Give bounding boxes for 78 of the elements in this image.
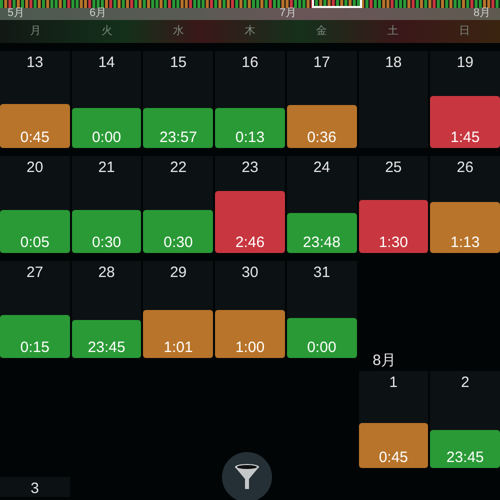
day-tile[interactable]: 22 0:30	[143, 156, 214, 253]
day-number: 13	[26, 55, 44, 71]
duration-label: 23:45	[88, 340, 126, 356]
filter-button[interactable]	[222, 452, 272, 500]
duration-label: 0:05	[20, 235, 50, 251]
weekday-label: 水	[172, 24, 186, 40]
day-number: 22	[170, 160, 187, 176]
day-number: 17	[313, 55, 330, 71]
weekday-label: 日	[458, 24, 471, 40]
duration-label: 0:30	[164, 235, 193, 251]
duration-label: 0:13	[235, 130, 265, 146]
day-tile[interactable]: 27 0:15	[0, 261, 70, 358]
duration-label: 0:00	[307, 340, 336, 356]
day-number: 16	[242, 55, 258, 71]
day-number: 30	[242, 265, 258, 281]
day-tile[interactable]: 18	[358, 51, 428, 148]
day-number: 2	[460, 375, 470, 391]
duration-label: 1:30	[378, 235, 408, 251]
day-tile[interactable]: 24 23:48	[286, 156, 357, 253]
day-tile[interactable]: 30 1:00	[215, 261, 285, 358]
duration-label: 23:45	[446, 450, 484, 466]
day-tile[interactable]: 1 0:45	[358, 371, 428, 468]
weekday-label: 木	[243, 24, 256, 40]
day-tile[interactable]: 26 1:13	[430, 156, 500, 253]
day-tile[interactable]: 2 23:45	[430, 371, 500, 468]
day-tile[interactable]: 23 2:46	[215, 156, 285, 253]
day-tile[interactable]: 29 1:01	[143, 261, 214, 358]
day-number: 24	[313, 160, 330, 176]
duration-label: 0:45	[20, 130, 50, 146]
day-tile[interactable]: 25 1:30	[358, 156, 428, 253]
day-tile[interactable]: 14 0:00	[72, 51, 142, 148]
month-label: 8月	[473, 6, 491, 20]
weekday-label: 金	[314, 24, 328, 40]
duration-label: 0:36	[307, 130, 336, 146]
day-tile[interactable]: 15 23:57	[143, 51, 214, 148]
duration-label: 0:30	[92, 235, 122, 251]
day-number: 27	[26, 265, 44, 281]
day-tile[interactable]: 19 1:45	[430, 51, 500, 148]
day-number: 1	[389, 375, 398, 391]
duration-label: 0:45	[378, 450, 408, 466]
day-tile[interactable]: 21 0:30	[72, 156, 142, 253]
filter-icon	[232, 462, 262, 492]
weekday-label: 月	[29, 24, 42, 40]
duration-label: 2:46	[235, 235, 265, 251]
day-number: 25	[385, 160, 402, 176]
duration-label: 23:48	[302, 235, 340, 251]
duration-label: 23:57	[160, 130, 198, 146]
day-number: 14	[98, 55, 115, 71]
day-number: 21	[98, 160, 115, 176]
duration-label: 1:45	[450, 130, 480, 146]
duration-label: 1:01	[164, 340, 193, 356]
day-tile[interactable]: 17 0:36	[286, 51, 357, 148]
weekday-label: 火	[100, 24, 114, 40]
day-number: 29	[170, 265, 187, 281]
day-tile[interactable]: 28 23:45	[72, 261, 142, 358]
month-label: 5月	[7, 6, 25, 20]
day-number: 19	[456, 55, 474, 71]
duration-label: 1:13	[450, 235, 480, 251]
day-tile[interactable]: 31 0:00	[286, 261, 357, 358]
day-tile[interactable]: 20 0:05	[0, 156, 70, 253]
day-number: 31	[313, 265, 330, 281]
day-tile[interactable]: 3	[0, 477, 70, 497]
day-tile[interactable]: 13 0:45	[0, 51, 70, 148]
day-number: 15	[170, 55, 187, 71]
duration-label: 0:15	[20, 340, 50, 356]
weekday-label: 土	[386, 24, 400, 40]
day-number: 26	[456, 160, 474, 176]
month-label: 7月	[279, 6, 297, 20]
day-number: 3	[30, 481, 40, 497]
day-number: 28	[98, 265, 115, 281]
duration-label: 1:00	[235, 340, 265, 356]
day-tile[interactable]: 16 0:13	[215, 51, 285, 148]
day-number: 20	[26, 160, 44, 176]
month-label: 8月	[372, 352, 396, 369]
duration-label: 0:00	[92, 130, 122, 146]
day-number: 23	[242, 160, 258, 176]
day-number: 18	[385, 55, 402, 71]
month-label: 6月	[89, 6, 107, 20]
